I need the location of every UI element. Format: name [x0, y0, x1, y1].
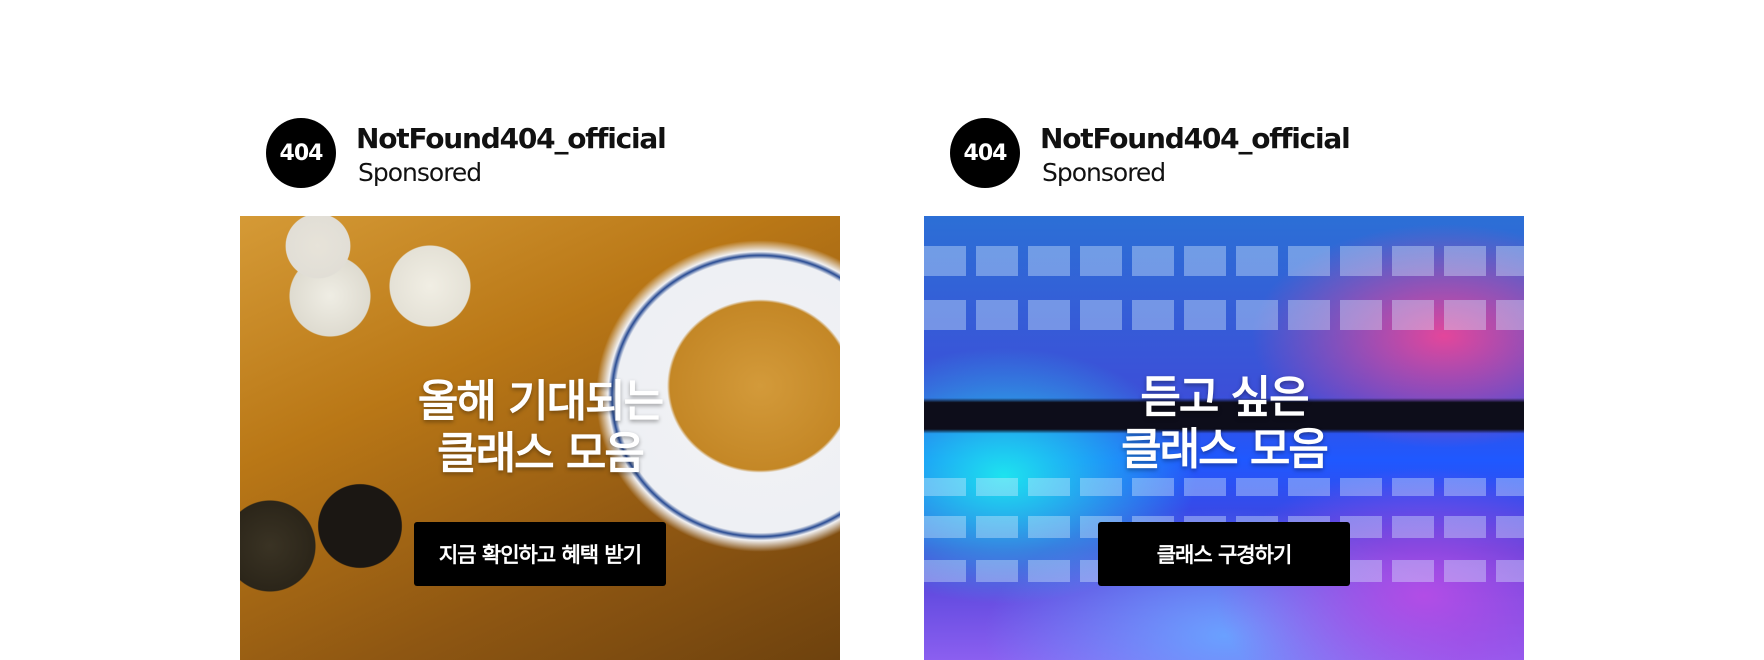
- ad-image[interactable]: 올해 기대되는 클래스 모음 지금 확인하고 혜택 받기: [240, 216, 840, 660]
- sponsored-ad-card: 404 NotFound404_official Sponsored 듣고 싶은…: [924, 0, 1524, 660]
- brand-avatar[interactable]: 404: [266, 118, 336, 188]
- keyboard-row-decoration: [924, 478, 1524, 496]
- ad-header: 404 NotFound404_official Sponsored: [266, 118, 826, 190]
- sponsored-label: Sponsored: [1042, 158, 1166, 187]
- account-name[interactable]: NotFound404_official: [1040, 122, 1351, 155]
- sponsored-ad-card: 404 NotFound404_official Sponsored 올해 기대…: [240, 0, 840, 660]
- ad-image[interactable]: 듣고 싶은 클래스 모음 클래스 구경하기: [924, 216, 1524, 660]
- ad-headline: 올해 기대되는 클래스 모음: [240, 376, 840, 480]
- brand-avatar[interactable]: 404: [950, 118, 1020, 188]
- brand-logo-text: 404: [963, 140, 1008, 166]
- headline-line-2: 클래스 모음: [437, 428, 645, 479]
- ad-headline: 듣고 싶은 클래스 모음: [924, 372, 1524, 476]
- cta-button[interactable]: 지금 확인하고 혜택 받기: [414, 522, 666, 586]
- account-name[interactable]: NotFound404_official: [356, 122, 667, 155]
- headline-line-2: 클래스 모음: [1121, 424, 1329, 475]
- headline-line-1: 올해 기대되는: [417, 376, 664, 427]
- cta-button[interactable]: 클래스 구경하기: [1098, 522, 1350, 586]
- ad-header: 404 NotFound404_official Sponsored: [950, 118, 1510, 190]
- headline-line-1: 듣고 싶은: [1140, 372, 1309, 423]
- keyboard-row-decoration: [924, 300, 1524, 330]
- sponsored-label: Sponsored: [358, 158, 482, 187]
- brand-logo-text: 404: [279, 140, 324, 166]
- keyboard-row-decoration: [924, 246, 1524, 276]
